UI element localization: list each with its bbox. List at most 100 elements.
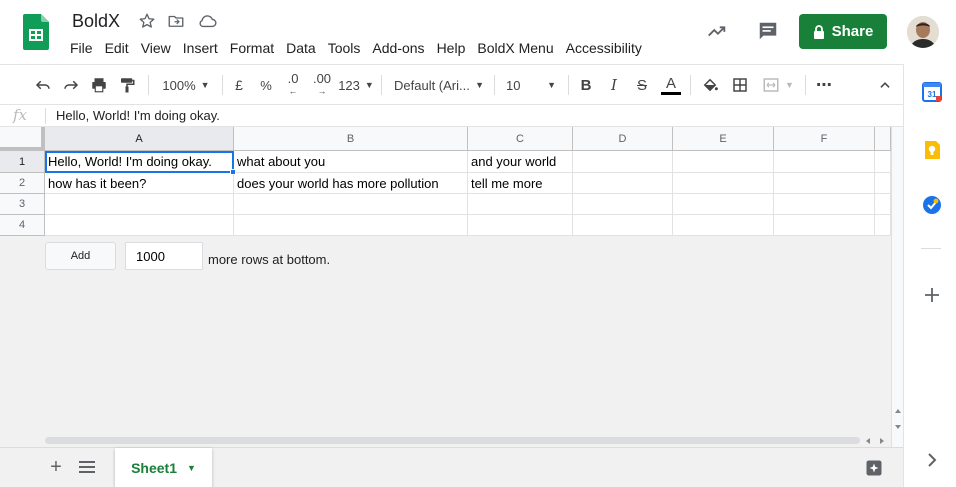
add-sheet-icon[interactable]: + [46,456,66,478]
borders-button[interactable] [728,65,752,105]
increase-decimal-button[interactable]: .00 → [309,65,335,105]
calendar-icon[interactable]: 31 [922,82,942,102]
tasks-icon[interactable] [922,195,942,215]
cell-c1[interactable]: and your world [468,151,573,173]
strikethrough-button[interactable]: S [631,65,653,105]
vertical-scrollbar[interactable] [891,127,903,447]
menu-data[interactable]: Data [280,38,322,58]
cell-b1[interactable]: what about you [234,151,468,173]
cell-e4[interactable] [673,215,774,236]
fill-handle[interactable] [230,169,236,175]
column-header-f[interactable]: F [774,127,875,151]
cell-e1[interactable] [673,151,774,173]
cell-a3[interactable] [45,194,234,215]
column-header-b[interactable]: B [234,127,468,151]
cell-d2[interactable] [573,173,673,194]
menu-view[interactable]: View [135,38,177,58]
cell-g1[interactable] [875,151,891,173]
menu-edit[interactable]: Edit [99,38,135,58]
scroll-right-icon[interactable] [878,437,886,445]
menu-addons[interactable]: Add-ons [366,38,430,58]
cell-a4[interactable] [45,215,234,236]
cell-f2[interactable] [774,173,875,194]
scroll-down-icon[interactable] [894,423,902,431]
decrease-decimal-button[interactable]: .0 ← [281,65,305,105]
cell-g3[interactable] [875,194,891,215]
add-rows-count-input[interactable]: 1000 [125,242,203,270]
cell-b4[interactable] [234,215,468,236]
column-header-a[interactable]: A [45,127,234,151]
cell-g4[interactable] [875,215,891,236]
row-header-1[interactable]: 1 [0,151,45,173]
activity-trend-icon[interactable] [706,20,728,42]
print-button[interactable] [87,65,111,105]
cell-f4[interactable] [774,215,875,236]
cell-g2[interactable] [875,173,891,194]
share-button[interactable]: Share [799,14,887,49]
more-options-button[interactable]: ⋯ [812,65,836,105]
undo-button[interactable] [31,65,55,105]
menu-file[interactable]: File [64,38,99,58]
sheet-tab-sheet1[interactable]: Sheet1 ▼ [115,448,212,487]
star-icon[interactable] [138,12,156,30]
comment-icon[interactable] [757,20,779,42]
horizontal-scrollbar-thumb[interactable] [45,437,860,444]
currency-button[interactable]: £ [228,65,250,105]
row-header-4[interactable]: 4 [0,215,45,236]
cell-c4[interactable] [468,215,573,236]
merge-cells-button[interactable]: ▼ [757,65,799,105]
keep-icon[interactable] [922,140,942,160]
select-all-corner[interactable] [0,127,45,151]
redo-button[interactable] [59,65,83,105]
menu-boldx[interactable]: BoldX Menu [471,38,559,58]
all-sheets-menu-icon[interactable] [79,460,95,474]
move-to-folder-icon[interactable] [167,12,185,30]
column-header-c[interactable]: C [468,127,573,151]
cell-d1[interactable] [573,151,673,173]
number-format-select[interactable]: 123 ▼ [338,65,374,105]
fill-color-button[interactable] [698,65,722,105]
cell-b3[interactable] [234,194,468,215]
zoom-select[interactable]: 100% ▼ [156,65,216,105]
column-header-d[interactable]: D [573,127,673,151]
bold-button[interactable]: B [575,65,597,105]
menu-format[interactable]: Format [224,38,280,58]
cell-e3[interactable] [673,194,774,215]
column-header-e[interactable]: E [673,127,774,151]
cloud-saved-icon[interactable] [197,12,217,30]
cell-e2[interactable] [673,173,774,194]
row-header-3[interactable]: 3 [0,194,45,215]
cell-a2[interactable]: how has it been? [45,173,234,194]
paint-format-button[interactable] [115,65,139,105]
cell-c3[interactable] [468,194,573,215]
add-rows-button[interactable]: Add [45,242,116,270]
row-header-2[interactable]: 2 [0,173,45,194]
column-header-g[interactable] [875,127,891,151]
formula-input[interactable]: Hello, World! I'm doing okay. [56,108,220,123]
menu-insert[interactable]: Insert [177,38,224,58]
collapse-toolbar-button[interactable] [874,65,896,105]
text-color-button[interactable]: A [659,65,683,105]
cell-f3[interactable] [774,194,875,215]
cell-f1[interactable] [774,151,875,173]
scroll-left-icon[interactable] [864,437,872,445]
document-title[interactable]: BoldX [72,11,120,32]
menu-accessibility[interactable]: Accessibility [560,38,648,58]
sheets-logo-icon[interactable] [23,14,49,50]
explore-icon[interactable] [865,459,883,477]
cell-c2[interactable]: tell me more [468,173,573,194]
cell-b2[interactable]: does your world has more pollution [234,173,468,194]
add-addon-icon[interactable] [922,285,942,305]
italic-button[interactable]: I [603,65,625,105]
percent-button[interactable]: % [255,65,277,105]
cell-d4[interactable] [573,215,673,236]
font-size-select[interactable]: 10 ▼ [502,65,560,105]
menu-tools[interactable]: Tools [322,38,367,58]
avatar[interactable] [907,16,939,48]
chevron-right-icon[interactable] [922,450,942,470]
font-family-select[interactable]: Default (Ari... ▼ [390,65,488,105]
cell-d3[interactable] [573,194,673,215]
menu-help[interactable]: Help [431,38,472,58]
scroll-up-icon[interactable] [894,407,902,415]
cell-a1[interactable]: Hello, World! I'm doing okay. [45,151,234,173]
